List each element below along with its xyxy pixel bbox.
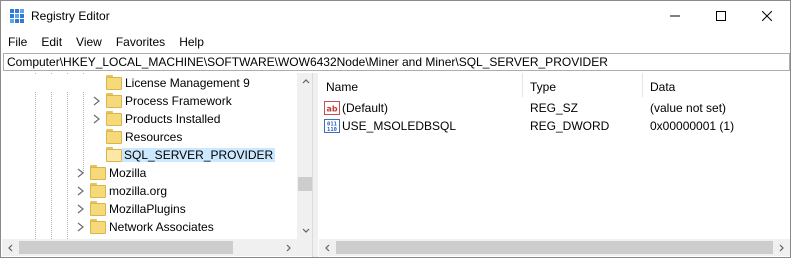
tree-item-mozilla[interactable]: Mozilla <box>2 164 297 182</box>
folder-icon <box>90 201 106 217</box>
chevron-right-icon[interactable] <box>76 222 85 232</box>
folder-icon <box>90 165 106 181</box>
address-path[interactable]: Computer\HKEY_LOCAL_MACHINE\SOFTWARE\WOW… <box>7 55 608 69</box>
tree-item-label: MozillaPlugins <box>109 202 186 216</box>
values-pane: Name Type Data ab (Default) REG_SZ (valu… <box>319 73 790 257</box>
tree-item-label: Products Installed <box>125 112 221 126</box>
tree-item-label: mozilla.org <box>109 184 168 198</box>
binary-value-icon: 011 110 <box>324 119 340 133</box>
scrollbar-corner <box>297 239 312 256</box>
chevron-up-icon <box>302 79 309 84</box>
value-row-use-msoledbsql[interactable]: 011 110 USE_MSOLEDBSQL REG_DWORD 0x00000… <box>319 117 790 135</box>
menu-favorites[interactable]: Favorites <box>109 32 172 52</box>
chevron-right-icon[interactable] <box>76 186 85 196</box>
tree-item-mozilla-org[interactable]: mozilla.org <box>2 182 297 200</box>
tree-item-process-framework[interactable]: Process Framework <box>2 92 297 110</box>
chevron-right-icon[interactable] <box>76 168 85 178</box>
scroll-up-button[interactable] <box>297 73 312 90</box>
tree-item-resources[interactable]: Resources <box>2 128 297 146</box>
folder-icon <box>106 111 122 127</box>
key-tree-pane: License Management 9 Process Framework P… <box>2 73 313 257</box>
close-button[interactable] <box>744 1 790 31</box>
column-header-name[interactable]: Name <box>319 73 523 97</box>
column-header-data[interactable]: Data <box>643 73 790 97</box>
tree-item-label: License Management 9 <box>125 76 250 90</box>
tree-vertical-scroll-thumb[interactable] <box>298 177 312 191</box>
svg-text:ab: ab <box>326 105 337 114</box>
chevron-right-icon[interactable] <box>92 96 101 106</box>
tree-item-label: Process Framework <box>125 94 232 108</box>
menu-edit[interactable]: Edit <box>34 32 69 52</box>
values-horizontal-scroll-thumb[interactable] <box>336 241 773 254</box>
folder-icon <box>90 183 106 199</box>
folder-icon <box>106 129 122 145</box>
value-name: USE_MSOLEDBSQL <box>342 119 457 133</box>
value-name: (Default) <box>342 101 389 115</box>
address-bar[interactable]: Computer\HKEY_LOCAL_MACHINE\SOFTWARE\WOW… <box>3 53 790 71</box>
window-title: Registry Editor <box>31 9 110 23</box>
values-horizontal-scrollbar[interactable] <box>319 239 790 256</box>
registry-editor-window: Registry Editor File Edit View Favorites… <box>0 0 791 258</box>
tree-horizontal-scroll-thumb[interactable] <box>19 241 233 254</box>
folder-icon <box>106 93 122 109</box>
title-bar[interactable]: Registry Editor <box>1 1 790 31</box>
menu-file[interactable]: File <box>1 32 34 52</box>
menu-help[interactable]: Help <box>172 32 211 52</box>
value-type: REG_DWORD <box>530 119 610 133</box>
chevron-down-icon <box>302 228 309 233</box>
pane-splitter[interactable] <box>313 73 318 257</box>
scroll-down-button[interactable] <box>297 222 312 239</box>
tree-item-label: Network Associates <box>109 220 214 234</box>
tree-item-label: Resources <box>125 130 183 144</box>
value-data: 0x00000001 (1) <box>650 119 735 133</box>
menu-bar: File Edit View Favorites Help <box>1 32 790 52</box>
column-header-type[interactable]: Type <box>523 73 643 97</box>
registry-editor-icon <box>10 9 24 23</box>
minimize-button[interactable] <box>652 1 698 31</box>
folder-icon <box>90 219 106 235</box>
tree-vertical-scrollbar[interactable] <box>297 73 312 239</box>
scroll-left-button[interactable] <box>319 239 336 256</box>
chevron-right-icon[interactable] <box>76 204 85 214</box>
chevron-right-icon <box>779 244 784 251</box>
tree-horizontal-scrollbar[interactable] <box>2 239 297 256</box>
close-icon <box>762 11 772 21</box>
chevron-left-icon <box>325 244 330 251</box>
scroll-right-button[interactable] <box>280 239 297 256</box>
folder-icon <box>106 147 122 163</box>
chevron-right-icon[interactable] <box>92 114 101 124</box>
chevron-left-icon <box>8 244 13 251</box>
tree-item-label: Mozilla <box>109 166 147 180</box>
menu-view[interactable]: View <box>69 32 109 52</box>
tree-item-license-management-9[interactable]: License Management 9 <box>2 74 297 92</box>
minimize-icon <box>670 15 680 17</box>
svg-text:110: 110 <box>327 127 337 133</box>
value-data: (value not set) <box>650 101 727 115</box>
tree-item-network-associates[interactable]: Network Associates <box>2 218 297 236</box>
string-value-icon: ab <box>324 101 340 115</box>
chevron-right-icon <box>286 244 291 251</box>
key-tree: License Management 9 Process Framework P… <box>2 73 297 239</box>
maximize-button[interactable] <box>698 1 744 31</box>
value-row-default[interactable]: ab (Default) REG_SZ (value not set) <box>319 99 790 117</box>
scroll-right-button[interactable] <box>773 239 790 256</box>
folder-icon <box>106 75 122 91</box>
tree-item-products-installed[interactable]: Products Installed <box>2 110 297 128</box>
tree-item-mozillaplugins[interactable]: MozillaPlugins <box>2 200 297 218</box>
tree-item-label: SQL_SERVER_PROVIDER <box>122 148 276 162</box>
value-type: REG_SZ <box>530 101 579 115</box>
tree-item-sql-server-provider[interactable]: SQL_SERVER_PROVIDER <box>2 146 297 164</box>
maximize-icon <box>716 11 726 21</box>
scroll-left-button[interactable] <box>2 239 19 256</box>
